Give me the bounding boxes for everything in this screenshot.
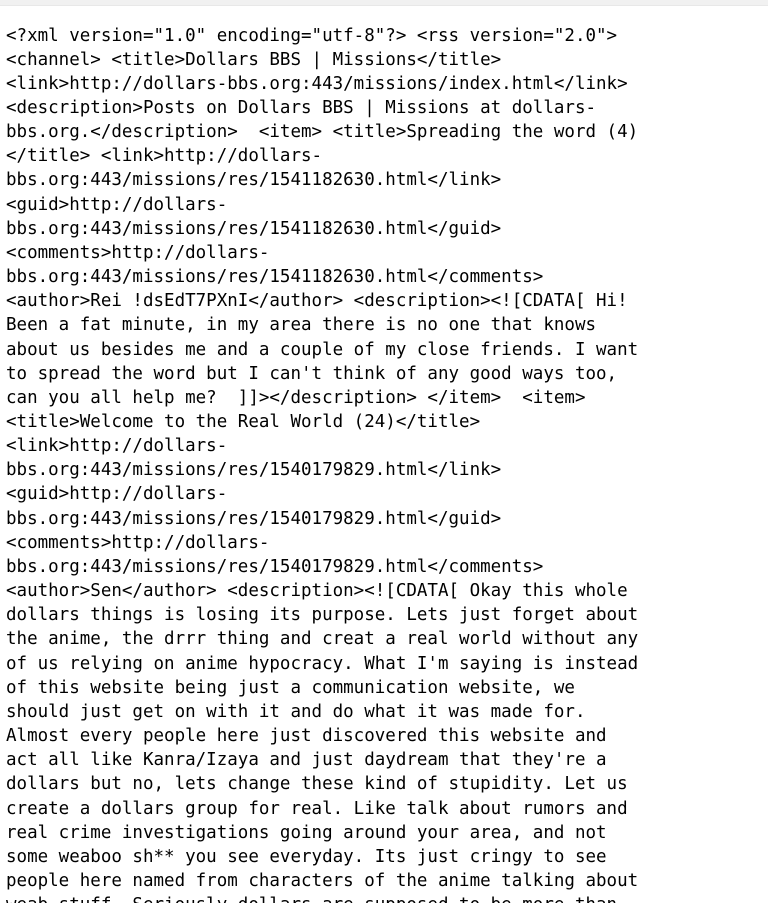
feed-text-line: <author>Sen</author> <description><![CDA… [6,581,628,602]
feed-text-line: people here named from characters of the… [6,870,639,891]
feed-text-line: bbs.org:443/missions/res/1541182630.html… [6,267,544,288]
browser-viewport: <?xml version="1.0" encoding="utf-8"?> <… [0,0,768,903]
feed-text-line: bbs.org:443/missions/res/1541182630.html… [6,218,502,239]
feed-text-line: <guid>http://dollars- [6,484,228,505]
feed-text-line: <description>Posts on Dollars BBS | Miss… [6,97,597,118]
feed-text-line: <guid>http://dollars- [6,194,228,215]
feed-text-line: <?xml version="1.0" encoding="utf-8"?> <… [6,25,618,46]
feed-text-line: can you all help me? ]]></description> <… [6,387,586,408]
feed-text-line: dollars things is losing its purpose. Le… [6,605,639,626]
feed-text-line: <channel> <title>Dollars BBS | Missions<… [6,49,502,70]
feed-text-line: some weaboo sh** you see everyday. Its j… [6,846,607,867]
feed-text-line: create a dollars group for real. Like ta… [6,798,628,819]
raw-xml-feed-text: <?xml version="1.0" encoding="utf-8"?> <… [0,24,768,903]
feed-text-line: bbs.org:443/missions/res/1540179829.html… [6,556,544,577]
feed-text-line: bbs.org:443/missions/res/1540179829.html… [6,460,502,481]
feed-text-line: Almost every people here just discovered… [6,726,607,747]
feed-text-line: bbs.org.</description> <item> <title>Spr… [6,122,639,143]
feed-text-line: bbs.org:443/missions/res/1541182630.html… [6,170,502,191]
feed-text-line: bbs.org:443/missions/res/1540179829.html… [6,508,502,529]
feed-text-line: about us besides me and a couple of my c… [6,339,639,360]
feed-text-line: <comments>http://dollars- [6,242,270,263]
feed-text-line: Been a fat minute, in my area there is n… [6,315,597,336]
viewport-top-edge-band [0,0,768,6]
feed-text-line: act all like Kanra/Izaya and just daydre… [6,750,607,771]
feed-text-line: <link>http://dollars-bbs.org:443/mission… [6,73,628,94]
feed-text-line: <author>Rei !dsEdT7PXnI</author> <descri… [6,291,628,312]
feed-text-line: dollars but no, lets change these kind o… [6,774,628,795]
feed-text-line: to spread the word but I can't think of … [6,363,618,384]
feed-text-line: <title>Welcome to the Real World (24)</t… [6,412,481,432]
feed-text-line: real crime investigations going around y… [6,822,607,843]
feed-text-line: <comments>http://dollars- [6,532,270,553]
feed-text-line: the anime, the drrr thing and creat a re… [6,629,639,650]
feed-text-line: </title> <link>http://dollars- [6,146,323,167]
feed-text-line: weab stuff. Seriously dollars are suppos… [6,893,764,903]
feed-text-line: of us relying on anime hypocracy. What I… [6,653,639,674]
feed-text-line: of this website being just a communicati… [6,677,575,698]
feed-text-line: should just get on with it and do what i… [6,701,586,722]
feed-text-line: <link>http://dollars- [6,436,228,457]
